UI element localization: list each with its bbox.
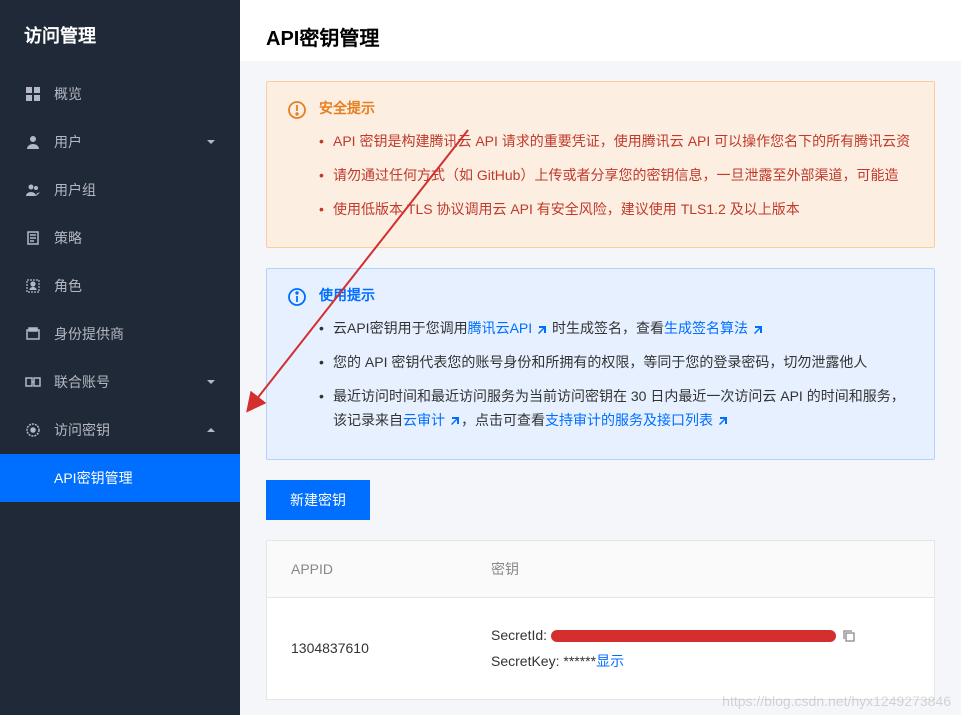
- main: API密钥管理 安全提示 API 密钥是构建腾讯云 API 请求的重要凭证，使用…: [240, 0, 961, 715]
- user-icon: [24, 133, 42, 151]
- table-row: 1304837610 SecretId: SecretKey: ******显示: [267, 597, 934, 699]
- sidebar-title: 访问管理: [0, 0, 240, 70]
- copy-icon[interactable]: [842, 629, 856, 643]
- warning-item: API 密钥是构建腾讯云 API 请求的重要凭证，使用腾讯云 API 可以操作您…: [319, 130, 914, 154]
- sidebar-item-user[interactable]: 用户: [0, 118, 240, 166]
- warning-icon: [287, 100, 307, 120]
- info-item: 最近访问时间和最近访问服务为当前访问密钥在 30 日内最近一次访问云 API 的…: [319, 385, 914, 433]
- sidebar-item-idp[interactable]: 身份提供商: [0, 310, 240, 358]
- link-cloud-audit[interactable]: 云审计: [403, 412, 445, 428]
- secretkey-mask: ******: [563, 653, 596, 669]
- role-icon: [24, 277, 42, 295]
- warning-alert: 安全提示 API 密钥是构建腾讯云 API 请求的重要凭证，使用腾讯云 API …: [266, 81, 935, 248]
- cell-appid: 1304837610: [267, 597, 467, 699]
- chevron-down-icon: [206, 134, 216, 150]
- sidebar-item-overview[interactable]: 概览: [0, 70, 240, 118]
- idp-icon: [24, 325, 42, 343]
- sidebar-item-federated[interactable]: 联合账号: [0, 358, 240, 406]
- key-table: APPID 密钥 1304837610 SecretId:: [266, 540, 935, 700]
- link-sign-algo[interactable]: 生成签名算法: [664, 320, 748, 336]
- create-key-button[interactable]: 新建密钥: [266, 480, 370, 520]
- info-alert: 使用提示 云API密钥用于您调用腾讯云API 时生成签名，查看生成签名算法 您的…: [266, 268, 935, 459]
- warning-title: 安全提示: [319, 98, 914, 118]
- sidebar-item-label: 身份提供商: [54, 324, 124, 344]
- sidebar-item-label: 用户组: [54, 180, 96, 200]
- sidebar-item-policy[interactable]: 策略: [0, 214, 240, 262]
- info-item: 您的 API 密钥代表您的账号身份和所拥有的权限，等同于您的登录密码，切勿泄露他…: [319, 351, 914, 375]
- sidebar-item-label: 概览: [54, 84, 82, 104]
- warning-item: 使用低版本 TLS 协议调用云 API 有安全风险，建议使用 TLS1.2 及以…: [319, 198, 914, 222]
- federated-icon: [24, 373, 42, 391]
- key-icon: [24, 421, 42, 439]
- sidebar-item-label: 策略: [54, 228, 82, 248]
- warning-item: 请勿通过任何方式（如 GitHub）上传或者分享您的密钥信息，一旦泄露至外部渠道…: [319, 164, 914, 188]
- usergroup-icon: [24, 181, 42, 199]
- sidebar-item-label: 联合账号: [54, 372, 110, 392]
- sidebar-item-accesskey[interactable]: 访问密钥: [0, 406, 240, 454]
- show-key-link[interactable]: 显示: [596, 653, 624, 669]
- th-key: 密钥: [467, 541, 934, 598]
- link-tencent-api[interactable]: 腾讯云API: [468, 320, 533, 336]
- secretid-redacted: [551, 630, 836, 642]
- sidebar-item-label: API密钥管理: [54, 468, 133, 488]
- secretkey-label: SecretKey:: [491, 653, 563, 669]
- policy-icon: [24, 229, 42, 247]
- sidebar-item-label: 角色: [54, 276, 82, 296]
- info-title: 使用提示: [319, 285, 914, 305]
- cell-key: SecretId: SecretKey: ******显示: [467, 597, 934, 699]
- external-link-icon: [536, 324, 548, 336]
- chevron-down-icon: [206, 374, 216, 390]
- th-appid: APPID: [267, 541, 467, 598]
- info-icon: [287, 287, 307, 307]
- external-link-icon: [752, 324, 764, 336]
- sidebar-item-label: 访问密钥: [54, 420, 110, 440]
- sidebar-item-role[interactable]: 角色: [0, 262, 240, 310]
- chevron-up-icon: [206, 422, 216, 438]
- external-link-icon: [449, 415, 461, 427]
- sidebar: 访问管理 概览 用户 用户组 策略 角色 身份提供商 联合账: [0, 0, 240, 715]
- page-title: API密钥管理: [240, 0, 961, 61]
- link-audit-services[interactable]: 支持审计的服务及接口列表: [545, 412, 713, 428]
- sidebar-item-usergroup[interactable]: 用户组: [0, 166, 240, 214]
- sidebar-item-label: 用户: [54, 132, 82, 152]
- overview-icon: [24, 85, 42, 103]
- secretid-label: SecretId:: [491, 627, 551, 643]
- external-link-icon: [717, 415, 729, 427]
- info-item: 云API密钥用于您调用腾讯云API 时生成签名，查看生成签名算法: [319, 317, 914, 341]
- sidebar-item-apikey[interactable]: API密钥管理: [0, 454, 240, 502]
